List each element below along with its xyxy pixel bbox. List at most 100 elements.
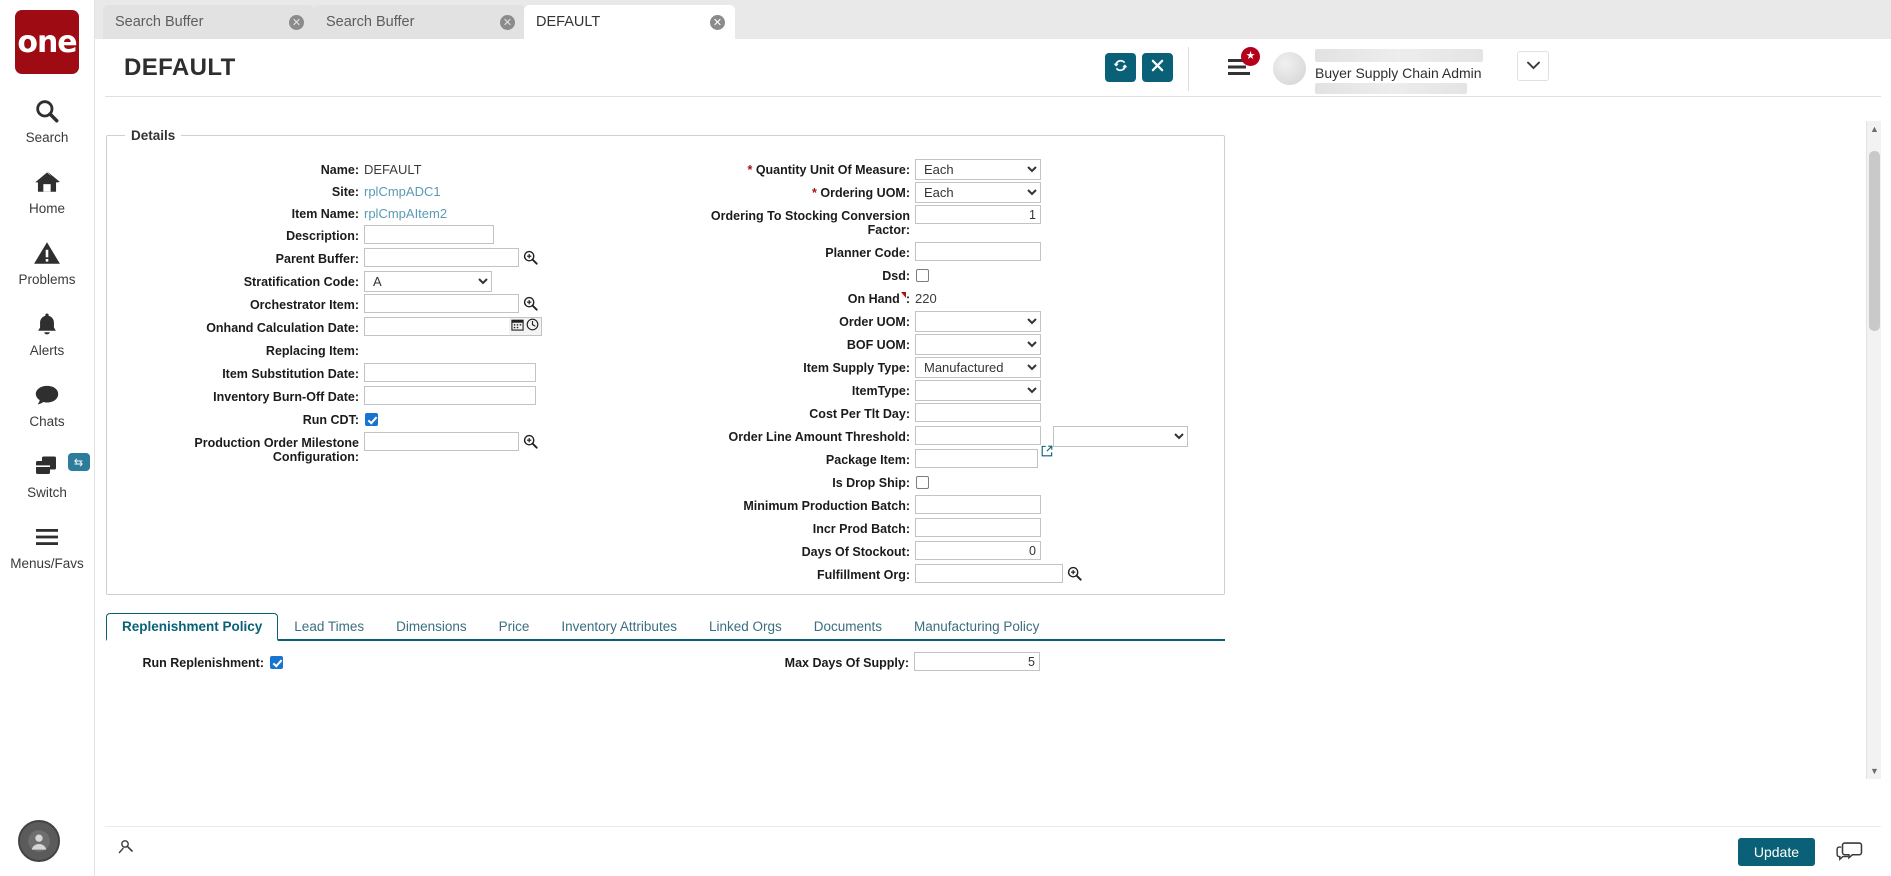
- ordering-to-stocking-conversion-factor-input[interactable]: [915, 205, 1041, 224]
- buffer-tab-strip: Search Buffer ✕ Search Buffer ✕ DEFAULT …: [95, 0, 1891, 39]
- cost-per-tlt-day-input[interactable]: [915, 403, 1041, 422]
- close-x-icon: [1150, 58, 1165, 78]
- windows-stack-icon: [33, 451, 61, 481]
- scrollbar-thumb[interactable]: [1869, 151, 1880, 331]
- tab-lead-times[interactable]: Lead Times: [278, 613, 380, 639]
- buffer-tab-1[interactable]: Search Buffer ✕: [103, 5, 314, 39]
- user-block[interactable]: Buyer Supply Chain Admin: [1315, 49, 1515, 94]
- tab-documents[interactable]: Documents: [798, 613, 898, 639]
- tab-inventory-attributes[interactable]: Inventory Attributes: [545, 613, 693, 639]
- field-minimum-production-batch: Minimum Production Batch:: [667, 495, 1226, 518]
- run-replenishment-checkbox[interactable]: [270, 656, 283, 669]
- field-item-name: Item Name: rplCmpAItem2: [107, 203, 667, 225]
- item-type-select[interactable]: [915, 380, 1041, 401]
- tab-price[interactable]: Price: [483, 613, 546, 639]
- user-menu-toggle[interactable]: [1517, 51, 1549, 81]
- close-icon[interactable]: ✕: [710, 14, 725, 30]
- user-org-masked-top: [1315, 49, 1483, 62]
- tab-replenishment-policy[interactable]: Replenishment Policy: [106, 613, 279, 641]
- dsd-checkbox[interactable]: [916, 269, 929, 282]
- field-ordering-uom-label: * Ordering UOM:: [667, 182, 910, 200]
- ordering-uom-select[interactable]: Each: [915, 182, 1041, 203]
- incr-prod-batch-input[interactable]: [915, 518, 1041, 537]
- refresh-button[interactable]: [1105, 53, 1136, 82]
- fulfillment-org-input[interactable]: [915, 564, 1063, 583]
- inventory-burn-off-date-input[interactable]: [364, 386, 536, 405]
- page-title: DEFAULT: [124, 54, 236, 81]
- quantity-unit-of-measure-select[interactable]: Each: [915, 159, 1041, 180]
- field-item-name-link[interactable]: rplCmpAItem2: [364, 203, 447, 221]
- magnifier-plus-icon[interactable]: [523, 250, 538, 265]
- tab-lead-times-label: Lead Times: [294, 619, 365, 634]
- sidebar-item-switch[interactable]: ⇆ Switch: [0, 451, 95, 500]
- field-order-uom: Order UOM:: [667, 311, 1226, 334]
- close-icon[interactable]: ✕: [289, 14, 304, 30]
- policy-tab-block: Replenishment Policy Lead Times Dimensio…: [106, 613, 1225, 687]
- minimum-production-batch-input[interactable]: [915, 495, 1041, 514]
- buffer-tab-default[interactable]: DEFAULT ✕: [524, 5, 735, 39]
- onhand-calculation-date-input[interactable]: [364, 317, 509, 336]
- update-button[interactable]: Update: [1737, 838, 1815, 866]
- description-input[interactable]: [364, 225, 494, 244]
- vertical-scrollbar[interactable]: ▲ ▼: [1866, 121, 1881, 779]
- field-fulfillment-org-label: Fulfillment Org:: [816, 568, 910, 582]
- scroll-down-arrow-icon[interactable]: ▼: [1867, 763, 1881, 779]
- quantity-unit-of-measure-text: Quantity Unit Of Measure:: [755, 163, 910, 177]
- stratification-code-select[interactable]: A: [364, 271, 492, 292]
- close-icon[interactable]: ✕: [500, 14, 515, 30]
- field-production-order-milestone-configuration: Production Order Milestone Configuration…: [107, 432, 667, 464]
- sidebar-item-problems[interactable]: Problems: [0, 238, 95, 287]
- field-orchestrator-item: Orchestrator Item:: [107, 294, 667, 317]
- is-drop-ship-checkbox[interactable]: [916, 476, 929, 489]
- calendar-icon[interactable]: [511, 318, 524, 336]
- field-replacing-item-label: Replacing Item:: [265, 344, 359, 358]
- sidebar-item-alerts[interactable]: Alerts: [0, 309, 95, 358]
- details-left-column: Name: DEFAULT Site: rplCmpADC1 Item Name…: [107, 159, 667, 464]
- run-cdt-checkbox[interactable]: [365, 413, 378, 426]
- scroll-up-arrow-icon[interactable]: ▲: [1867, 121, 1881, 137]
- item-substitution-date-input[interactable]: [364, 363, 536, 382]
- field-run-replenishment: Run Replenishment:: [106, 652, 283, 670]
- magnifier-plus-icon[interactable]: [523, 296, 538, 311]
- red-triangle-icon: [900, 292, 906, 298]
- magnifier-plus-icon[interactable]: [523, 434, 538, 449]
- planner-code-input[interactable]: [915, 242, 1041, 261]
- sidebar-item-chats[interactable]: Chats: [0, 380, 95, 429]
- tab-dimensions[interactable]: Dimensions: [380, 613, 483, 639]
- days-of-stockout-input[interactable]: [915, 541, 1041, 560]
- close-page-button[interactable]: [1142, 53, 1173, 82]
- clock-icon[interactable]: [526, 318, 539, 336]
- tab-price-label: Price: [498, 619, 530, 634]
- sidebar-item-home[interactable]: Home: [0, 167, 95, 216]
- switch-arrows-icon[interactable]: ⇆: [67, 453, 90, 471]
- map-pin-icon[interactable]: [117, 837, 135, 860]
- user-status-avatar[interactable]: [18, 820, 60, 862]
- tab-linked-orgs[interactable]: Linked Orgs: [693, 613, 798, 639]
- field-run-cdt-label: Run CDT:: [302, 413, 359, 427]
- buffer-tab-2[interactable]: Search Buffer ✕: [314, 5, 525, 39]
- star-icon[interactable]: ★: [1241, 47, 1260, 66]
- orchestrator-item-input[interactable]: [364, 294, 519, 313]
- order-uom-select[interactable]: [915, 311, 1041, 332]
- sidebar-item-menus-favs[interactable]: Menus/Favs: [0, 522, 95, 571]
- max-days-of-supply-input[interactable]: [914, 652, 1040, 671]
- left-nav-rail: one Search Home Problems Alerts Chats ⇆ …: [0, 0, 95, 876]
- sidebar-item-search[interactable]: Search: [0, 96, 95, 145]
- chat-bubble-icon[interactable]: [1831, 836, 1867, 866]
- field-name-value: DEFAULT: [364, 162, 422, 177]
- field-item-supply-type: Item Supply Type: Manufactured: [667, 357, 1226, 380]
- item-supply-type-select[interactable]: Manufactured: [915, 357, 1041, 378]
- field-site-link[interactable]: rplCmpADC1: [364, 181, 441, 199]
- bof-uom-select[interactable]: [915, 334, 1041, 355]
- avatar[interactable]: [1273, 52, 1306, 85]
- production-order-milestone-configuration-input[interactable]: [364, 432, 519, 451]
- parent-buffer-input[interactable]: [364, 248, 519, 267]
- order-line-amount-threshold-currency-select[interactable]: [1053, 426, 1188, 447]
- external-link-icon[interactable]: [1041, 445, 1053, 457]
- one-logo[interactable]: one: [15, 10, 79, 74]
- tab-manufacturing-policy[interactable]: Manufacturing Policy: [898, 613, 1055, 639]
- package-item-input[interactable]: [915, 449, 1038, 468]
- order-line-amount-threshold-input[interactable]: [915, 426, 1041, 445]
- field-quantity-unit-of-measure-label: * Quantity Unit Of Measure:: [667, 159, 910, 177]
- magnifier-plus-icon[interactable]: [1067, 566, 1082, 581]
